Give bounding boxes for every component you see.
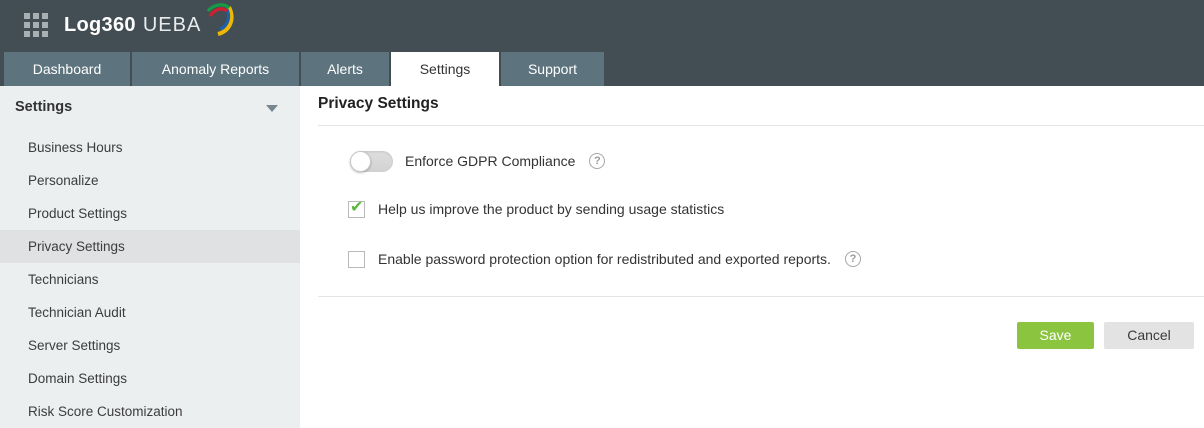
toggle-knob bbox=[350, 151, 371, 172]
tab-label: Anomaly Reports bbox=[162, 61, 269, 77]
main-nav: Dashboard Anomaly Reports Alerts Setting… bbox=[0, 50, 1204, 86]
sidebar-item-personalize[interactable]: Personalize bbox=[0, 164, 300, 197]
save-button[interactable]: Save bbox=[1017, 322, 1094, 349]
log360-swirl-icon bbox=[203, 2, 237, 36]
tab-anomaly-reports[interactable]: Anomaly Reports bbox=[132, 52, 299, 86]
apps-grid-icon[interactable] bbox=[24, 13, 48, 37]
sidebar-item-product-settings[interactable]: Product Settings bbox=[0, 197, 300, 230]
cancel-button[interactable]: Cancel bbox=[1104, 322, 1194, 349]
tab-label: Dashboard bbox=[33, 61, 102, 77]
tab-dashboard[interactable]: Dashboard bbox=[4, 52, 130, 86]
sidebar-item-domain-settings[interactable]: Domain Settings bbox=[0, 362, 300, 395]
tab-label: Alerts bbox=[327, 61, 363, 77]
sidebar-item-business-hours[interactable]: Business Hours bbox=[0, 131, 300, 164]
password-protection-checkbox[interactable] bbox=[348, 251, 365, 268]
tab-label: Settings bbox=[420, 61, 471, 77]
usage-statistics-checkbox[interactable]: ✔ bbox=[348, 201, 365, 218]
suite-name: UEBA bbox=[143, 14, 201, 37]
footer-divider bbox=[318, 296, 1204, 297]
sidebar-section-title: Settings bbox=[15, 99, 72, 115]
usage-statistics-label: Help us improve the product by sending u… bbox=[378, 201, 724, 217]
sidebar-item-technician-audit[interactable]: Technician Audit bbox=[0, 296, 300, 329]
brand-logo: Log360 UEBA bbox=[64, 14, 237, 37]
password-protection-row: Enable password protection option for re… bbox=[348, 249, 861, 269]
gdpr-toggle-label: Enforce GDPR Compliance bbox=[405, 153, 575, 169]
usage-statistics-row: ✔ Help us improve the product by sending… bbox=[348, 199, 724, 219]
settings-sidebar: Settings Business Hours Personalize Prod… bbox=[0, 86, 300, 428]
tab-label: Support bbox=[528, 61, 577, 77]
sidebar-section-dropdown[interactable]: Settings bbox=[0, 86, 300, 131]
help-icon[interactable]: ? bbox=[589, 153, 605, 169]
page-title: Privacy Settings bbox=[318, 95, 439, 113]
gdpr-toggle[interactable] bbox=[350, 151, 393, 172]
checkmark-icon: ✔ bbox=[350, 198, 363, 215]
sidebar-item-technicians[interactable]: Technicians bbox=[0, 263, 300, 296]
app-header: Log360 UEBA bbox=[0, 0, 1204, 50]
sidebar-item-risk-score-customization[interactable]: Risk Score Customization bbox=[0, 395, 300, 428]
password-protection-label: Enable password protection option for re… bbox=[378, 251, 831, 267]
tab-alerts[interactable]: Alerts bbox=[301, 52, 389, 86]
tab-settings[interactable]: Settings bbox=[391, 52, 499, 86]
sidebar-item-server-settings[interactable]: Server Settings bbox=[0, 329, 300, 362]
gdpr-compliance-row: Enforce GDPR Compliance ? bbox=[350, 150, 605, 172]
sidebar-item-privacy-settings[interactable]: Privacy Settings bbox=[0, 230, 300, 263]
privacy-settings-panel: Privacy Settings Enforce GDPR Compliance… bbox=[300, 86, 1204, 428]
product-name: Log360 bbox=[64, 14, 136, 37]
tab-support[interactable]: Support bbox=[501, 52, 604, 86]
help-icon[interactable]: ? bbox=[845, 251, 861, 267]
log360-ueba-window: Log360 UEBA Dashboard Anomaly Reports Al… bbox=[0, 0, 1204, 428]
chevron-down-icon bbox=[266, 105, 278, 112]
action-buttons: Save Cancel bbox=[1017, 322, 1194, 349]
title-divider bbox=[318, 125, 1204, 126]
